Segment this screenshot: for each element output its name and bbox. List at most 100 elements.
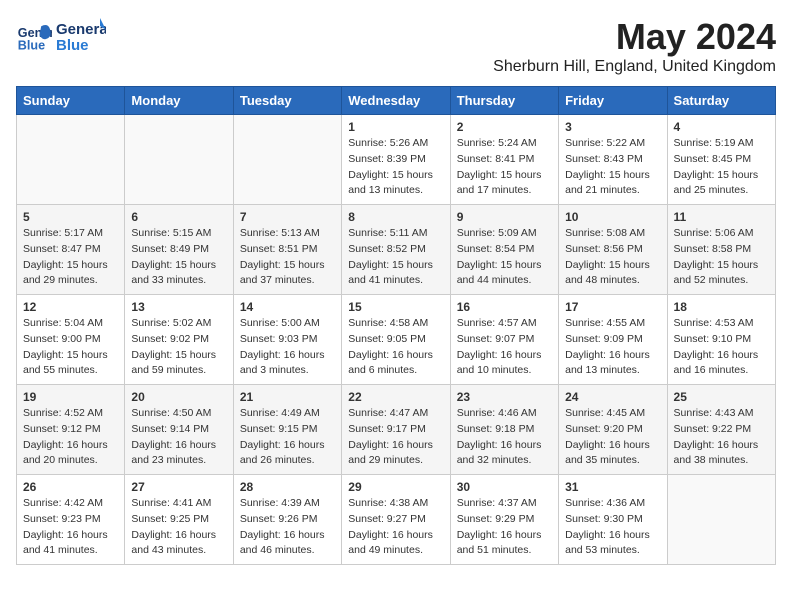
day-info: Sunrise: 5:22 AMSunset: 8:43 PMDaylight:…: [565, 136, 660, 199]
day-number: 23: [457, 390, 552, 404]
calendar-day-cell: 8 Sunrise: 5:11 AMSunset: 8:52 PMDaylight…: [342, 205, 450, 295]
day-info: Sunrise: 5:13 AMSunset: 8:51 PMDaylight:…: [240, 226, 335, 289]
day-number: 21: [240, 390, 335, 404]
day-number: 15: [348, 300, 443, 314]
day-info: Sunrise: 4:49 AMSunset: 9:15 PMDaylight:…: [240, 406, 335, 469]
day-number: 26: [23, 480, 118, 494]
calendar-day-cell: 22 Sunrise: 4:47 AMSunset: 9:17 PMDayligh…: [342, 385, 450, 475]
day-number: 16: [457, 300, 552, 314]
day-number: 18: [674, 300, 769, 314]
day-info: Sunrise: 5:17 AMSunset: 8:47 PMDaylight:…: [23, 226, 118, 289]
day-number: 6: [131, 210, 226, 224]
day-info: Sunrise: 4:42 AMSunset: 9:23 PMDaylight:…: [23, 496, 118, 559]
calendar-day-cell: 24 Sunrise: 4:45 AMSunset: 9:20 PMDayligh…: [559, 385, 667, 475]
calendar-day-cell: [667, 475, 775, 565]
page-header: General Blue General Blue May 2024 Sherb…: [16, 16, 776, 76]
day-number: 2: [457, 120, 552, 134]
day-info: Sunrise: 5:09 AMSunset: 8:54 PMDaylight:…: [457, 226, 552, 289]
logo-icon: General Blue: [16, 19, 52, 55]
calendar-day-cell: 9 Sunrise: 5:09 AMSunset: 8:54 PMDaylight…: [450, 205, 558, 295]
day-info: Sunrise: 5:08 AMSunset: 8:56 PMDaylight:…: [565, 226, 660, 289]
day-info: Sunrise: 4:47 AMSunset: 9:17 PMDaylight:…: [348, 406, 443, 469]
day-number: 29: [348, 480, 443, 494]
calendar-day-cell: 19 Sunrise: 4:52 AMSunset: 9:12 PMDayligh…: [17, 385, 125, 475]
day-of-week-header: Sunday: [17, 87, 125, 115]
day-info: Sunrise: 5:04 AMSunset: 9:00 PMDaylight:…: [23, 316, 118, 379]
day-info: Sunrise: 4:45 AMSunset: 9:20 PMDaylight:…: [565, 406, 660, 469]
day-number: 28: [240, 480, 335, 494]
day-info: Sunrise: 4:46 AMSunset: 9:18 PMDaylight:…: [457, 406, 552, 469]
calendar-table: SundayMondayTuesdayWednesdayThursdayFrid…: [16, 86, 776, 565]
calendar-day-cell: 12 Sunrise: 5:04 AMSunset: 9:00 PMDayligh…: [17, 295, 125, 385]
calendar-day-cell: 31 Sunrise: 4:36 AMSunset: 9:30 PMDayligh…: [559, 475, 667, 565]
day-number: 13: [131, 300, 226, 314]
day-info: Sunrise: 5:19 AMSunset: 8:45 PMDaylight:…: [674, 136, 769, 199]
calendar-week-row: 12 Sunrise: 5:04 AMSunset: 9:00 PMDayligh…: [17, 295, 776, 385]
day-of-week-header: Wednesday: [342, 87, 450, 115]
calendar-day-cell: 20 Sunrise: 4:50 AMSunset: 9:14 PMDayligh…: [125, 385, 233, 475]
day-number: 22: [348, 390, 443, 404]
day-number: 20: [131, 390, 226, 404]
calendar-week-row: 5Sunrise: 5:17 AMSunset: 8:47 PMDaylight…: [17, 205, 776, 295]
day-info: Sunrise: 5:06 AMSunset: 8:58 PMDaylight:…: [674, 226, 769, 289]
calendar-day-cell: 4Sunrise: 5:19 AMSunset: 8:45 PMDaylight…: [667, 115, 775, 205]
title-block: May 2024 Sherburn Hill, England, United …: [493, 16, 776, 76]
day-info: Sunrise: 4:57 AMSunset: 9:07 PMDaylight:…: [457, 316, 552, 379]
day-of-week-header: Tuesday: [233, 87, 341, 115]
calendar-day-cell: 7Sunrise: 5:13 AMSunset: 8:51 PMDaylight…: [233, 205, 341, 295]
calendar-day-cell: 3 Sunrise: 5:22 AMSunset: 8:43 PMDaylight…: [559, 115, 667, 205]
location-subtitle: Sherburn Hill, England, United Kingdom: [493, 58, 776, 76]
generalblue-logo-graphic: General Blue: [56, 16, 106, 58]
day-info: Sunrise: 4:50 AMSunset: 9:14 PMDaylight:…: [131, 406, 226, 469]
day-number: 19: [23, 390, 118, 404]
day-number: 1: [348, 120, 443, 134]
logo: General Blue General Blue: [16, 16, 106, 58]
day-number: 11: [674, 210, 769, 224]
day-number: 12: [23, 300, 118, 314]
calendar-day-cell: 30Sunrise: 4:37 AMSunset: 9:29 PMDayligh…: [450, 475, 558, 565]
calendar-day-cell: 25Sunrise: 4:43 AMSunset: 9:22 PMDayligh…: [667, 385, 775, 475]
day-number: 27: [131, 480, 226, 494]
day-info: Sunrise: 5:26 AMSunset: 8:39 PMDaylight:…: [348, 136, 443, 199]
month-title: May 2024: [493, 16, 776, 58]
calendar-day-cell: 14Sunrise: 5:00 AMSunset: 9:03 PMDayligh…: [233, 295, 341, 385]
calendar-week-row: 1 Sunrise: 5:26 AMSunset: 8:39 PMDaylight…: [17, 115, 776, 205]
day-info: Sunrise: 4:55 AMSunset: 9:09 PMDaylight:…: [565, 316, 660, 379]
calendar-day-cell: 1 Sunrise: 5:26 AMSunset: 8:39 PMDaylight…: [342, 115, 450, 205]
calendar-day-cell: 27 Sunrise: 4:41 AMSunset: 9:25 PMDayligh…: [125, 475, 233, 565]
calendar-day-cell: 6 Sunrise: 5:15 AMSunset: 8:49 PMDaylight…: [125, 205, 233, 295]
day-number: 30: [457, 480, 552, 494]
day-info: Sunrise: 5:11 AMSunset: 8:52 PMDaylight:…: [348, 226, 443, 289]
day-of-week-header: Thursday: [450, 87, 558, 115]
day-number: 8: [348, 210, 443, 224]
day-number: 9: [457, 210, 552, 224]
calendar-day-cell: 26 Sunrise: 4:42 AMSunset: 9:23 PMDayligh…: [17, 475, 125, 565]
day-info: Sunrise: 5:15 AMSunset: 8:49 PMDaylight:…: [131, 226, 226, 289]
calendar-header-row: SundayMondayTuesdayWednesdayThursdayFrid…: [17, 87, 776, 115]
day-info: Sunrise: 4:39 AMSunset: 9:26 PMDaylight:…: [240, 496, 335, 559]
day-number: 10: [565, 210, 660, 224]
calendar-day-cell: [125, 115, 233, 205]
svg-text:Blue: Blue: [18, 39, 45, 53]
day-info: Sunrise: 4:52 AMSunset: 9:12 PMDaylight:…: [23, 406, 118, 469]
day-number: 24: [565, 390, 660, 404]
calendar-day-cell: [233, 115, 341, 205]
calendar-day-cell: [17, 115, 125, 205]
calendar-day-cell: 21 Sunrise: 4:49 AMSunset: 9:15 PMDayligh…: [233, 385, 341, 475]
calendar-day-cell: 17Sunrise: 4:55 AMSunset: 9:09 PMDayligh…: [559, 295, 667, 385]
calendar-day-cell: 5Sunrise: 5:17 AMSunset: 8:47 PMDaylight…: [17, 205, 125, 295]
calendar-day-cell: 16 Sunrise: 4:57 AMSunset: 9:07 PMDayligh…: [450, 295, 558, 385]
day-info: Sunrise: 4:36 AMSunset: 9:30 PMDaylight:…: [565, 496, 660, 559]
day-number: 3: [565, 120, 660, 134]
calendar-day-cell: 28 Sunrise: 4:39 AMSunset: 9:26 PMDayligh…: [233, 475, 341, 565]
day-number: 25: [674, 390, 769, 404]
day-info: Sunrise: 5:02 AMSunset: 9:02 PMDaylight:…: [131, 316, 226, 379]
calendar-day-cell: 18Sunrise: 4:53 AMSunset: 9:10 PMDayligh…: [667, 295, 775, 385]
svg-text:Blue: Blue: [56, 37, 89, 54]
day-number: 14: [240, 300, 335, 314]
day-info: Sunrise: 5:24 AMSunset: 8:41 PMDaylight:…: [457, 136, 552, 199]
day-of-week-header: Friday: [559, 87, 667, 115]
calendar-week-row: 19 Sunrise: 4:52 AMSunset: 9:12 PMDayligh…: [17, 385, 776, 475]
day-number: 31: [565, 480, 660, 494]
day-info: Sunrise: 4:41 AMSunset: 9:25 PMDaylight:…: [131, 496, 226, 559]
